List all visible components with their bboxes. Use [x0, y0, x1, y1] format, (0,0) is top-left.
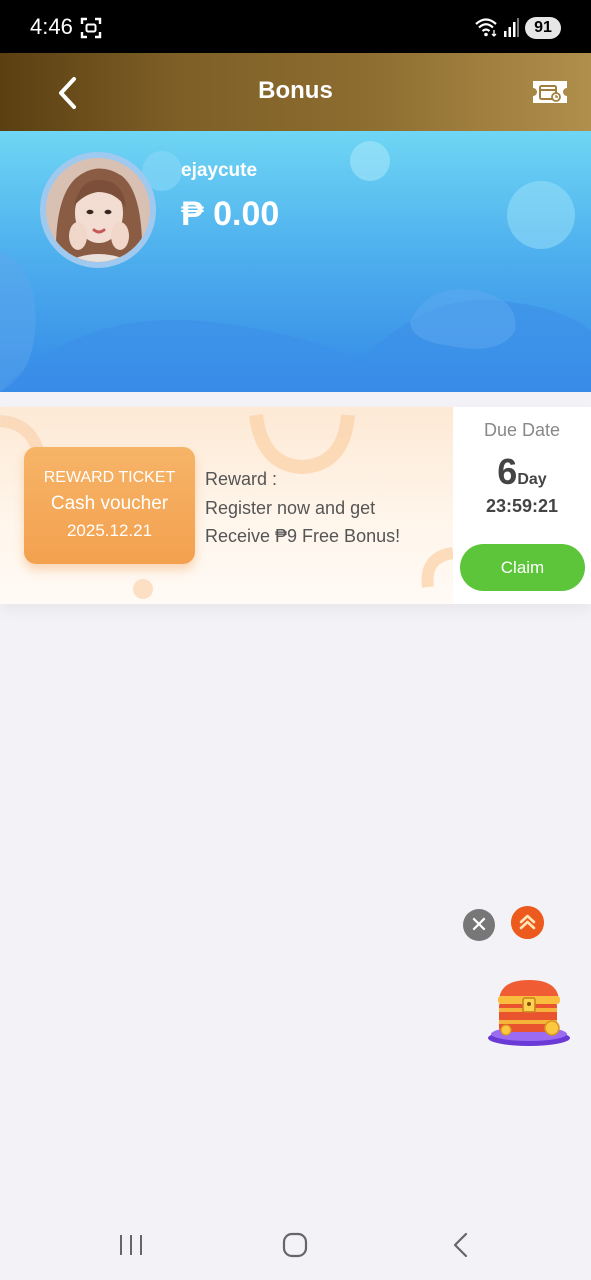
header-bar: Bonus: [0, 53, 591, 131]
due-date-panel: Due Date 6Day 23:59:21 Claim: [453, 407, 591, 604]
ticket-type: REWARD TICKET: [43, 469, 176, 486]
reward-line-2: Receive ₱9 Free Bonus!: [205, 526, 401, 546]
recents-icon[interactable]: [118, 1232, 144, 1258]
avatar-photo: [46, 158, 150, 262]
bonus-page: 4:46 91 Bonus ejaycute ₱ 0.00 REWARD TIC…: [0, 0, 591, 1280]
screenshot-icon: [80, 17, 102, 39]
balance-amount: ₱ 0.00: [181, 195, 280, 233]
double-chevron-up-icon[interactable]: [511, 906, 544, 939]
ticket-icon[interactable]: [530, 77, 570, 107]
avatar[interactable]: [40, 152, 156, 268]
due-days: 6Day: [453, 451, 591, 493]
back-icon[interactable]: [450, 1232, 472, 1258]
signal-icon: [504, 18, 519, 37]
ticket-name: Cash voucher: [50, 493, 169, 514]
close-icon[interactable]: ✕: [463, 909, 495, 941]
home-icon[interactable]: [282, 1232, 308, 1258]
username: ejaycute: [181, 160, 258, 181]
wifi-icon: [475, 18, 497, 37]
page-title: Bonus: [258, 77, 333, 104]
reward-line-1: Register now and get: [205, 497, 376, 518]
status-bar: 4:46 91: [0, 0, 591, 53]
treasure-chest-icon[interactable]: [486, 972, 572, 1050]
due-days-unit: Day: [517, 471, 547, 488]
reward-card: REWARD TICKET Cash voucher 2025.12.21 Re…: [0, 407, 591, 604]
profile-banner: ejaycute ₱ 0.00: [0, 131, 591, 392]
claim-button[interactable]: Claim: [460, 544, 585, 591]
system-nav-bar: [0, 1212, 591, 1280]
due-countdown: 23:59:21: [485, 496, 559, 516]
battery-icon: 91: [525, 17, 561, 39]
status-time: 4:46: [30, 14, 73, 39]
reward-ticket: REWARD TICKET Cash voucher 2025.12.21: [24, 447, 195, 564]
ticket-date: 2025.12.21: [66, 521, 153, 540]
due-date-label: Due Date: [483, 420, 561, 440]
reward-description: Reward : Register now and get Receive ₱9…: [205, 465, 400, 551]
reward-details: REWARD TICKET Cash voucher 2025.12.21 Re…: [0, 407, 453, 604]
due-days-number: 6: [497, 451, 518, 492]
reward-label: Reward :: [205, 469, 278, 489]
